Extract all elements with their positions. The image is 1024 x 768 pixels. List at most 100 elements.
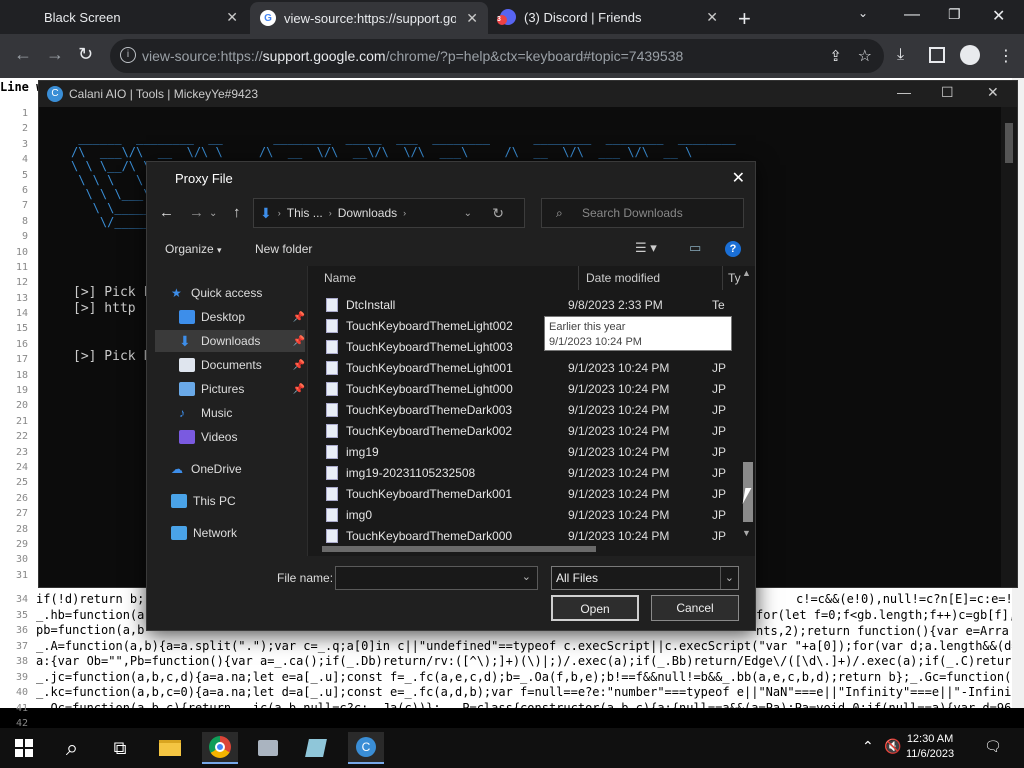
close-window-icon[interactable]: ✕ <box>992 6 1005 26</box>
nav-this-pc[interactable]: This PC <box>155 490 305 512</box>
close-icon[interactable]: ✕ <box>732 168 745 188</box>
scroll-thumb[interactable] <box>1005 123 1013 163</box>
refresh-icon[interactable]: ↻ <box>492 205 504 222</box>
notifications-icon[interactable]: 🗨 <box>984 738 1002 755</box>
tab-discord[interactable]: 3 (3) Discord | Friends ✕ <box>490 0 728 34</box>
nav-desktop[interactable]: Desktop 📌 <box>155 306 305 328</box>
file-list-hscrollbar[interactable] <box>312 544 732 554</box>
column-type[interactable]: Ty <box>728 266 741 290</box>
menu-kebab-icon[interactable]: ⋮ <box>998 46 1014 66</box>
up-arrow-icon[interactable]: ↑ <box>233 204 241 221</box>
tab-view-source[interactable]: G view-source:https://support.goo ✕ <box>250 2 488 34</box>
recent-chevron-icon[interactable]: ⌄ <box>209 208 217 219</box>
line-number: 7 <box>21 200 28 212</box>
breadcrumb-item[interactable]: This ... <box>287 206 323 220</box>
restore-icon[interactable]: ❐ <box>948 6 961 23</box>
file-row[interactable]: TouchKeyboardThemeLight000 9/1/2023 10:24… <box>326 378 746 399</box>
app-icon[interactable] <box>250 732 286 764</box>
breadcrumb[interactable]: ⬇ › This ... › Downloads › ⌄ ↻ <box>253 198 525 228</box>
nav-downloads[interactable]: ⬇ Downloads 📌 <box>155 330 305 352</box>
scroll-thumb[interactable] <box>322 546 596 552</box>
chevron-down-icon[interactable]: ⌄ <box>719 567 734 589</box>
close-icon[interactable]: ✕ <box>706 9 718 26</box>
star-icon: ★ <box>171 286 182 300</box>
minimize-icon[interactable]: — <box>897 84 911 100</box>
nav-music[interactable]: ♪ Music <box>155 402 305 424</box>
tab-black-screen[interactable]: Black Screen ✕ <box>0 0 248 34</box>
search-icon[interactable]: ⌕ <box>54 732 90 764</box>
file-icon <box>326 486 338 501</box>
column-name[interactable]: Name <box>324 266 356 290</box>
file-name-input[interactable]: ⌄ <box>335 566 538 590</box>
organize-button[interactable]: Organize ▾ <box>165 242 222 256</box>
file-row[interactable]: TouchKeyboardThemeDark002 9/1/2023 10:24 … <box>326 420 746 441</box>
column-divider[interactable] <box>578 266 579 290</box>
share-icon[interactable]: ⇪ <box>829 47 842 65</box>
column-date-modified[interactable]: Date modified <box>586 266 660 290</box>
scroll-down-icon: ▼ <box>742 528 751 538</box>
app-icon[interactable] <box>298 732 334 764</box>
search-input[interactable]: ⌕ Search Downloads <box>541 198 744 228</box>
back-arrow-icon[interactable]: ← <box>159 204 174 221</box>
forward-arrow-icon[interactable]: → <box>189 204 204 221</box>
forward-arrow-icon[interactable]: → <box>46 44 64 65</box>
file-row[interactable]: DtcInstall 9/8/2023 2:33 PM Te <box>326 294 746 315</box>
reload-icon[interactable]: ↻ <box>78 44 93 65</box>
line-number: 13 <box>15 292 28 304</box>
chevron-down-icon[interactable]: ⌄ <box>464 208 472 219</box>
new-folder-button[interactable]: New folder <box>255 242 312 256</box>
close-icon[interactable]: ✕ <box>226 9 238 26</box>
cancel-button[interactable]: Cancel <box>651 595 739 621</box>
tab-title: view-source:https://support.goo <box>284 10 456 26</box>
maximize-icon[interactable]: ☐ <box>941 84 954 101</box>
line-number: 4 <box>21 154 28 166</box>
side-panel-icon[interactable] <box>929 47 945 63</box>
site-info-icon[interactable]: i <box>120 47 136 63</box>
open-button[interactable]: Open <box>551 595 639 621</box>
file-row[interactable]: TouchKeyboardThemeDark001 9/1/2023 10:24 … <box>326 483 746 504</box>
task-view-icon[interactable]: ⧉ <box>102 732 138 764</box>
nav-quick-access[interactable]: ★ Quick access <box>155 282 305 304</box>
help-icon[interactable]: ? <box>725 241 741 257</box>
view-options-icon[interactable]: ☰ ▾ <box>635 240 657 256</box>
file-row[interactable]: TouchKeyboardThemeDark000 9/1/2023 10:24 … <box>326 525 746 546</box>
console-app-icon[interactable]: C <box>348 732 384 764</box>
file-explorer-icon[interactable] <box>152 732 188 764</box>
chevron-down-icon[interactable]: ⌄ <box>522 570 531 583</box>
file-type: Te <box>712 297 725 312</box>
column-divider[interactable] <box>722 266 723 290</box>
console-titlebar[interactable]: C Calani AIO | Tools | MickeyYe#9423 — ☐… <box>39 81 1017 107</box>
download-icon[interactable]: ⤓ <box>897 46 904 64</box>
bookmark-star-icon[interactable]: ☆ <box>858 46 872 66</box>
preview-pane-icon[interactable]: ▭ <box>689 240 701 256</box>
chevron-up-icon[interactable]: ⌃ <box>862 738 874 755</box>
minimize-icon[interactable]: — <box>904 6 920 24</box>
new-tab-plus-icon[interactable]: + <box>738 6 751 32</box>
line-number: 29 <box>15 538 28 550</box>
clock[interactable]: 12:30 AM 11/6/2023 <box>906 732 954 762</box>
chrome-icon[interactable] <box>202 732 238 764</box>
file-row[interactable]: img19 9/1/2023 10:24 PM JP <box>326 441 746 462</box>
close-icon[interactable]: ✕ <box>466 10 478 27</box>
file-type: JP <box>712 360 727 375</box>
nav-pictures[interactable]: Pictures 📌 <box>155 378 305 400</box>
volume-muted-icon[interactable]: 🔇 <box>884 738 901 755</box>
console-scrollbar[interactable] <box>1001 107 1017 587</box>
nav-documents[interactable]: Documents 📌 <box>155 354 305 376</box>
back-arrow-icon[interactable]: ← <box>14 44 32 65</box>
breadcrumb-item[interactable]: Downloads <box>338 206 397 220</box>
nav-network[interactable]: Network <box>155 522 305 544</box>
profile-avatar-icon[interactable] <box>960 45 980 65</box>
windows-start-icon[interactable] <box>6 732 42 764</box>
file-type-select[interactable]: All Files ⌄ <box>551 566 739 590</box>
file-row[interactable]: TouchKeyboardThemeLight001 9/1/2023 10:24… <box>326 357 746 378</box>
pin-icon: 📌 <box>292 335 305 347</box>
nav-onedrive[interactable]: ☁ OneDrive <box>155 458 305 480</box>
file-row[interactable]: img0 9/1/2023 10:24 PM JP <box>326 504 746 525</box>
address-bar[interactable]: i view-source:https://support.google.com… <box>110 39 884 73</box>
nav-videos[interactable]: Videos <box>155 426 305 448</box>
file-row[interactable]: TouchKeyboardThemeDark003 9/1/2023 10:24 … <box>326 399 746 420</box>
tab-search-chevron-icon[interactable]: ⌄ <box>858 6 868 20</box>
file-row[interactable]: img19-20231105232508 9/1/2023 10:24 PM JP <box>326 462 746 483</box>
close-icon[interactable]: ✕ <box>987 84 999 101</box>
